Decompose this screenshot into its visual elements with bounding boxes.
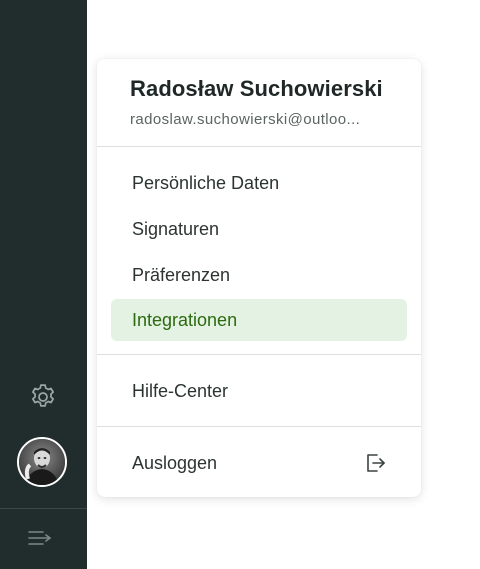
menu-item-personal-data[interactable]: Persönliche Daten bbox=[111, 162, 407, 204]
menu-item-signatures[interactable]: Signaturen bbox=[111, 208, 407, 250]
user-avatar-image bbox=[19, 439, 65, 485]
sidebar-divider bbox=[0, 508, 87, 509]
menu-item-help-center[interactable]: Hilfe-Center bbox=[111, 370, 407, 412]
sidebar bbox=[0, 0, 87, 569]
menu-item-integrations[interactable]: Integrationen bbox=[111, 299, 407, 341]
user-email: radoslaw.suchowierski@outloo... bbox=[130, 111, 361, 128]
user-name: Radosław Suchowierski bbox=[130, 76, 383, 101]
logout-icon bbox=[367, 454, 385, 472]
menu-item-preferences[interactable]: Präferenzen bbox=[111, 254, 407, 296]
logout-label: Ausloggen bbox=[132, 452, 218, 473]
menu-divider bbox=[97, 354, 421, 355]
gear-icon bbox=[32, 384, 54, 407]
settings-button[interactable] bbox=[27, 381, 59, 413]
collapse-menu-button[interactable] bbox=[26, 526, 54, 550]
menu-divider bbox=[97, 146, 421, 147]
menu-divider bbox=[97, 426, 421, 427]
account-menu: Radosław Suchowierski radoslaw.suchowier… bbox=[97, 59, 421, 497]
logout-button[interactable]: Ausloggen bbox=[111, 442, 407, 484]
collapse-menu-icon bbox=[28, 531, 52, 545]
avatar[interactable] bbox=[17, 437, 67, 487]
